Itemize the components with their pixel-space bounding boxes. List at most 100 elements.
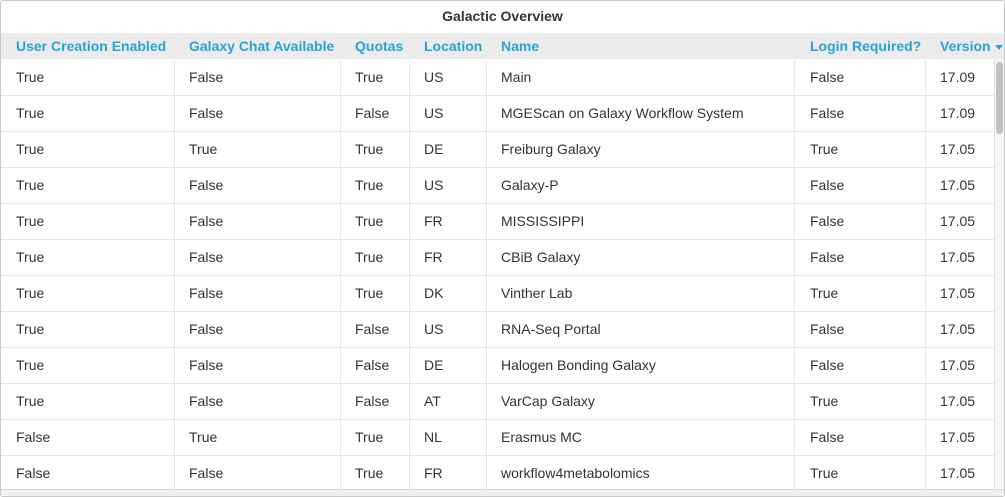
cell-name: workflow4metabolomics <box>501 465 650 481</box>
cell-version: 17.05 <box>940 429 976 445</box>
column-divider <box>409 168 410 203</box>
column-divider <box>174 168 175 203</box>
table-row[interactable]: False True True NL Erasmus MC False 17.05 <box>1 420 997 456</box>
cell-name: MISSISSIPPI <box>501 213 585 229</box>
column-divider <box>486 168 487 203</box>
cell-version: 17.05 <box>940 321 976 337</box>
cell-location: NL <box>424 429 442 445</box>
column-divider <box>409 456 410 490</box>
table-row[interactable]: True False False US RNA-Seq Portal False 17.05 <box>1 312 997 348</box>
cell-version: 17.05 <box>940 141 976 157</box>
header-name[interactable]: Name <box>501 33 539 59</box>
cell-user-creation-enabled: True <box>16 321 45 337</box>
cell-user-creation-enabled: False <box>16 429 51 445</box>
table-row[interactable]: False False True FR workflow4metabolomics Tru… <box>1 456 997 490</box>
cell-version: 17.05 <box>940 393 976 409</box>
column-divider <box>794 132 795 167</box>
header-login-required[interactable]: Login Required? <box>810 33 921 59</box>
table-row[interactable]: True False True DK Vinther Lab True 17.05 <box>1 276 997 312</box>
cell-location: DE <box>424 141 444 157</box>
column-divider <box>174 240 175 275</box>
column-divider <box>925 168 926 203</box>
column-divider <box>486 456 487 490</box>
column-divider <box>409 204 410 239</box>
cell-name: CBiB Galaxy <box>501 249 581 265</box>
cell-location: US <box>424 69 444 85</box>
cell-quotas: True <box>355 465 384 481</box>
table-row[interactable]: True False True US Galaxy-P False 17.05 <box>1 168 997 204</box>
column-divider <box>794 312 795 347</box>
column-divider <box>340 204 341 239</box>
cell-quotas: True <box>355 249 384 265</box>
column-divider <box>174 384 175 419</box>
column-divider <box>409 420 410 455</box>
cell-name: RNA-Seq Portal <box>501 321 601 337</box>
cell-location: DK <box>424 285 444 301</box>
cell-login-required: False <box>810 429 845 445</box>
table-row[interactable]: True False False AT VarCap Galaxy True 17.05 <box>1 384 997 420</box>
column-divider <box>340 96 341 131</box>
column-divider <box>925 384 926 419</box>
cell-version: 17.05 <box>940 249 976 265</box>
horizontal-scrollbar[interactable] <box>1 489 1004 496</box>
table-row[interactable]: True False False DE Halogen Bonding Galaxy Fa… <box>1 348 997 384</box>
cell-version: 17.05 <box>940 357 976 373</box>
cell-user-creation-enabled: True <box>16 105 45 121</box>
table-row[interactable]: True False True FR CBiB Galaxy False 17.05 <box>1 240 997 276</box>
header-quotas[interactable]: Quotas <box>355 33 403 59</box>
column-divider <box>409 384 410 419</box>
cell-galaxy-chat-available: False <box>189 177 224 193</box>
vertical-scrollbar[interactable] <box>994 60 1004 490</box>
column-divider <box>409 312 410 347</box>
cell-location: DE <box>424 357 444 373</box>
cell-name: Halogen Bonding Galaxy <box>501 357 656 373</box>
column-divider <box>794 240 795 275</box>
cell-version: 17.09 <box>940 105 976 121</box>
column-divider <box>794 276 795 311</box>
header-location[interactable]: Location <box>424 33 482 59</box>
column-divider <box>925 456 926 490</box>
column-divider <box>340 132 341 167</box>
column-divider <box>340 384 341 419</box>
column-divider <box>174 132 175 167</box>
header-version-label: Version <box>940 38 991 54</box>
cell-quotas: True <box>355 285 384 301</box>
cell-galaxy-chat-available: False <box>189 393 224 409</box>
cell-galaxy-chat-available: True <box>189 429 218 445</box>
header-version[interactable]: Version <box>940 33 1003 59</box>
cell-galaxy-chat-available: False <box>189 69 224 85</box>
column-divider <box>486 60 487 95</box>
column-divider <box>925 276 926 311</box>
cell-name: Vinther Lab <box>501 285 573 301</box>
cell-login-required: True <box>810 285 839 301</box>
column-divider <box>794 384 795 419</box>
cell-quotas: True <box>355 213 384 229</box>
scrollbar-thumb[interactable] <box>996 62 1003 134</box>
cell-location: US <box>424 105 444 121</box>
cell-quotas: True <box>355 69 384 85</box>
column-divider <box>174 276 175 311</box>
column-divider <box>409 132 410 167</box>
column-divider <box>340 240 341 275</box>
galactic-overview-grid: Galactic Overview User Creation Enabled … <box>0 0 1005 497</box>
column-divider <box>486 240 487 275</box>
column-divider <box>340 420 341 455</box>
table-row[interactable]: True True True DE Freiburg Galaxy True 17.05 <box>1 132 997 168</box>
cell-user-creation-enabled: False <box>16 465 51 481</box>
cell-galaxy-chat-available: True <box>189 141 218 157</box>
column-divider <box>794 456 795 490</box>
table-row[interactable]: True False False US MGEScan on Galaxy Workfl… <box>1 96 997 132</box>
header-user-creation-enabled[interactable]: User Creation Enabled <box>16 33 166 59</box>
table-row[interactable]: True False True US Main False 17.09 <box>1 60 997 96</box>
column-divider <box>925 132 926 167</box>
column-divider <box>174 348 175 383</box>
column-divider <box>486 312 487 347</box>
cell-quotas: True <box>355 177 384 193</box>
cell-location: FR <box>424 213 443 229</box>
column-divider <box>925 240 926 275</box>
header-galaxy-chat-available[interactable]: Galaxy Chat Available <box>189 33 334 59</box>
table-row[interactable]: True False True FR MISSISSIPPI False 17.05 <box>1 204 997 240</box>
column-divider <box>174 312 175 347</box>
cell-user-creation-enabled: True <box>16 285 45 301</box>
column-divider <box>174 60 175 95</box>
